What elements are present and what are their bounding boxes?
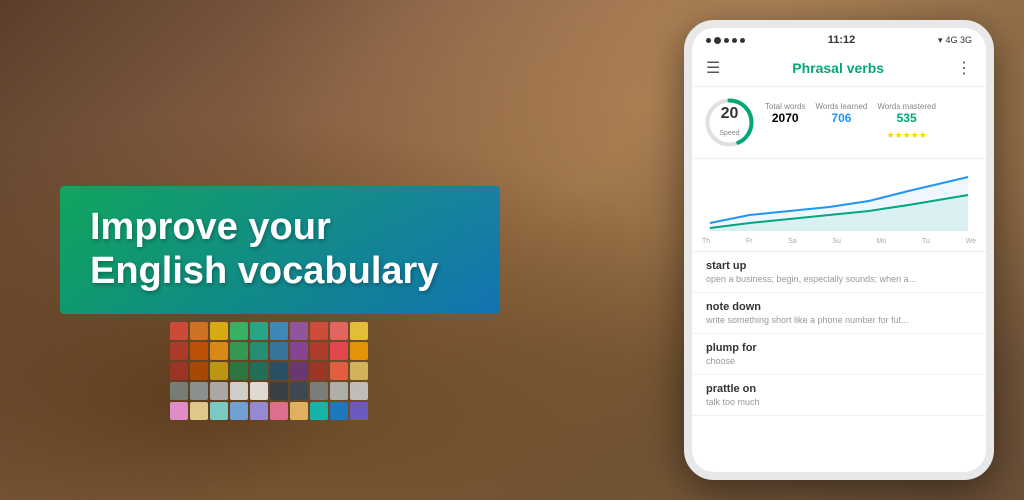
speed-circle: 20 Speed [702,95,757,150]
chart-x-label: Su [832,238,841,245]
more-menu-icon[interactable]: ⋮ [956,58,972,78]
chart-x-label: Th [702,238,710,245]
chart-area: Th Fr Sa Su Mo Tu We [692,159,986,252]
notch-dot-3 [724,38,729,43]
words-mastered-value: 535 [877,111,936,125]
total-words-label: Total words [765,102,805,111]
speed-text: Speed [719,130,739,137]
headline-text: Improve your English vocabulary [90,206,470,293]
words-learned-value: 706 [815,111,867,125]
headline-box: Improve your English vocabulary [60,186,500,313]
app-header: ☰ Phrasal verbs ⋮ [692,50,986,87]
word-item[interactable]: plump for choose [692,334,986,375]
headline-line2: English vocabulary [90,250,438,292]
chart-x-label: We [966,238,976,245]
stat-learned: Words learned 706 [815,102,867,143]
notch-dot-5 [740,38,745,43]
word-definition: open a business; begin, especially sound… [706,274,972,284]
hamburger-icon[interactable]: ☰ [706,58,720,78]
words-learned-label: Words learned [815,102,867,111]
stat-total: Total words 2070 [765,102,805,143]
stat-mastered: Words mastered 535 ★★★★★ [877,102,936,143]
word-phrase: note down [706,301,972,313]
stats-area: 20 Speed Total words 2070 Words learned … [692,87,986,159]
word-list: start up open a business; begin, especial… [692,252,986,472]
phone-mockup: 11:12 ▾ 4G 3G ☰ Phrasal verbs ⋮ 20 Speed [684,20,994,480]
app-title: Phrasal verbs [792,60,884,76]
chart-x-label: Mo [877,238,887,245]
headline-line1: Improve your [90,206,331,248]
word-item[interactable]: note down write something short like a ph… [692,293,986,334]
word-phrase: prattle on [706,383,972,395]
chart-svg [700,163,978,233]
notch-dot-1 [706,38,711,43]
word-definition: talk too much [706,397,972,407]
chart-x-label: Tu [922,238,930,245]
status-time: 11:12 [828,34,856,46]
chart-x-label: Sa [788,238,797,245]
notch-dot-4 [732,38,737,43]
notch-dots [706,37,745,44]
word-item[interactable]: start up open a business; begin, especial… [692,252,986,293]
signal-label: 4G 3G [945,35,972,45]
chart-x-label: Fr [746,238,753,245]
status-bar: 11:12 ▾ 4G 3G [692,28,986,50]
phone-inner: 11:12 ▾ 4G 3G ☰ Phrasal verbs ⋮ 20 Speed [692,28,986,472]
speed-number: 20 [719,106,739,122]
status-icons: ▾ 4G 3G [938,35,972,46]
chart-labels: Th Fr Sa Su Mo Tu We [700,238,978,245]
stars-rating: ★★★★★ [886,130,926,140]
word-definition: write something short like a phone numbe… [706,315,972,325]
total-words-value: 2070 [765,111,805,125]
wifi-icon: ▾ [938,35,943,46]
speed-label: 20 Speed [719,106,739,140]
words-mastered-label: Words mastered [877,102,936,111]
word-phrase: plump for [706,342,972,354]
word-phrase: start up [706,260,972,272]
stats-numbers: Total words 2070 Words learned 706 Words… [765,102,976,143]
left-content-area: Improve your English vocabulary [0,0,650,500]
word-item[interactable]: prattle on talk too much [692,375,986,416]
word-definition: choose [706,356,972,366]
notch-dot-2 [714,37,721,44]
